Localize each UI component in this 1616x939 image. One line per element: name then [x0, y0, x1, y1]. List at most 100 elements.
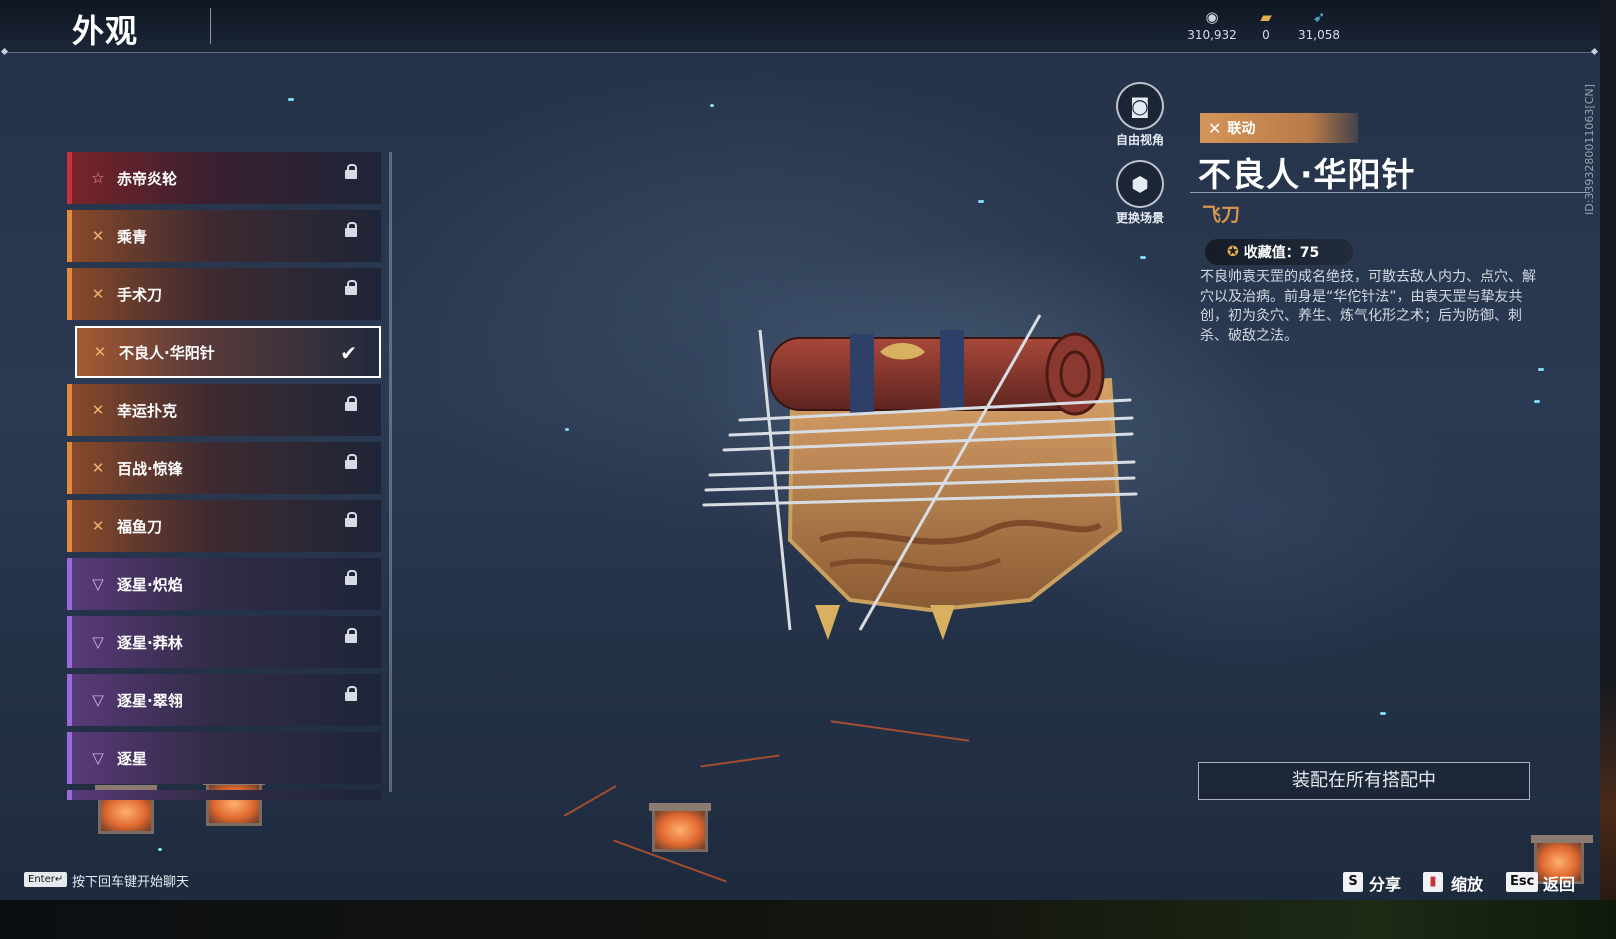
currency-value: 0 — [1262, 28, 1270, 42]
tag-label: 联动 — [1227, 121, 1256, 137]
lock-icon — [345, 570, 357, 585]
item-label: 逐星·莽林 — [117, 633, 183, 652]
checkmark-icon: ✔ — [340, 341, 357, 365]
collection-icon: ✪ — [1227, 244, 1239, 260]
spark-decoration — [158, 848, 162, 851]
crossed-blades-icon: ✕ — [93, 343, 107, 361]
collection-value-badge: ✪ 收藏值：75 — [1205, 239, 1353, 265]
ember-decoration — [563, 785, 617, 817]
spark-decoration — [1534, 400, 1540, 403]
lock-icon — [345, 686, 357, 701]
bottom-strip — [0, 900, 1616, 939]
rarity-bar — [67, 732, 72, 784]
spark-decoration — [1380, 712, 1386, 715]
list-item[interactable]: ☆ 赤帝炎轮 — [67, 152, 381, 204]
list-item-selected[interactable]: ✕ 不良人·华阳针 ✔ — [75, 326, 381, 378]
rarity-bar — [67, 384, 72, 436]
item-id: ID:3393280011063[CN] — [1583, 84, 1596, 215]
spark-decoration — [1538, 368, 1544, 371]
item-label: 逐星·炽焰 — [117, 575, 183, 594]
page-title: 外观 — [72, 12, 139, 50]
free-view-label: 自由视角 — [1115, 133, 1164, 147]
collab-tag: ✕ 联动 — [1200, 113, 1358, 143]
mouse-icon: ▮ — [1423, 872, 1443, 892]
back-button[interactable]: 返回 — [1543, 871, 1575, 895]
crossed-blades-icon: ✕ — [91, 285, 105, 303]
lock-icon — [345, 164, 357, 179]
zoom-button[interactable]: 缩放 — [1451, 871, 1483, 895]
crossed-blades-icon: ✕ — [91, 517, 105, 535]
equip-all-button[interactable]: 装配在所有搭配中 — [1198, 762, 1530, 800]
rarity-bar — [67, 210, 72, 262]
lock-icon — [345, 454, 357, 469]
item-description: 不良帅袁天罡的成名绝技，可散去敌人内力、点穴、解穴以及治病。前身是“华佗针法”，… — [1200, 269, 1536, 344]
item-type: 飞刀 — [1202, 204, 1241, 226]
item-label: 福鱼刀 — [117, 517, 163, 536]
item-preview-model[interactable] — [700, 310, 1180, 670]
list-item[interactable]: ▽ 逐星·翠翎 — [67, 674, 381, 726]
item-label: 百战·惊锋 — [117, 459, 183, 478]
lantern-decoration — [649, 803, 711, 852]
item-label: 不良人·华阳针 — [119, 343, 215, 362]
list-item[interactable]: ▽ 逐星·炽焰 — [67, 558, 381, 610]
esc-key: Esc — [1506, 872, 1539, 892]
ember-decoration — [700, 754, 780, 768]
rarity-bar — [67, 442, 72, 494]
spark-decoration — [288, 98, 294, 101]
rarity-bar — [67, 152, 72, 204]
item-label: 逐星·翠翎 — [117, 691, 183, 710]
crossed-blades-icon: ✕ — [91, 227, 105, 245]
list-item[interactable]: ✕ 乘青 — [67, 210, 381, 262]
list-item[interactable] — [67, 790, 381, 800]
lock-icon — [345, 222, 357, 237]
share-button[interactable]: 分享 — [1369, 871, 1401, 895]
list-item[interactable]: ▽ 逐星 — [67, 732, 381, 784]
currency-coins: ◉ 310,932 — [1182, 8, 1242, 42]
rarity-bar — [67, 558, 72, 610]
crossed-blades-icon: ✕ — [1208, 118, 1222, 138]
list-item[interactable]: ✕ 百战·惊锋 — [67, 442, 381, 494]
crossed-blades-icon: ✕ — [91, 459, 105, 477]
item-label: 手术刀 — [117, 285, 163, 304]
cube-icon: ⬢ — [1131, 172, 1149, 196]
rarity-bar — [67, 616, 72, 668]
feather-icon: ➶ — [1312, 8, 1326, 26]
right-edge — [1600, 0, 1616, 900]
currency-tickets: ▰ 0 — [1236, 8, 1296, 42]
trident-icon: ▽ — [92, 633, 104, 651]
free-view-button[interactable]: ◙ — [1116, 82, 1164, 130]
trident-icon: ▽ — [92, 749, 104, 767]
spark-decoration — [1140, 256, 1146, 259]
appearance-list[interactable]: ☆ 赤帝炎轮 ✕ 乘青 ✕ 手术刀 ✕ 不良人·华阳针 ✔ ✕ 幸运扑克 ✕ 百… — [67, 152, 383, 800]
list-scrollbar[interactable] — [389, 152, 392, 792]
lock-icon — [345, 396, 357, 411]
ember-decoration — [830, 720, 970, 742]
crossed-blades-icon: ✕ — [91, 401, 105, 419]
coin-icon: ◉ — [1205, 8, 1219, 26]
list-item[interactable]: ▽ 逐星·莽林 — [67, 616, 381, 668]
chat-hint[interactable]: 按下回车键开始聊天 — [72, 871, 189, 890]
spark-decoration — [710, 104, 714, 107]
currency-value: 31,058 — [1298, 28, 1340, 42]
collection-value: 收藏值：75 — [1243, 245, 1320, 261]
list-item[interactable]: ✕ 手术刀 — [67, 268, 381, 320]
list-item[interactable]: ✕ 福鱼刀 — [67, 500, 381, 552]
enter-key-hint: Enter↵ — [24, 872, 68, 887]
list-item[interactable]: ✕ 幸运扑克 — [67, 384, 381, 436]
title-underline — [1190, 192, 1590, 193]
top-divider — [4, 52, 1596, 53]
spark-decoration — [978, 200, 984, 203]
currency-value: 310,932 — [1187, 28, 1237, 42]
item-label: 幸运扑克 — [117, 401, 178, 420]
change-scene-button[interactable]: ⬢ — [1116, 160, 1164, 208]
rarity-bar — [67, 790, 72, 800]
rarity-bar — [67, 268, 72, 320]
item-title: 不良人·华阳针 — [1198, 155, 1416, 194]
item-label: 赤帝炎轮 — [117, 169, 178, 188]
lock-icon — [345, 280, 357, 295]
currency-feathers: ➶ 31,058 — [1289, 8, 1349, 42]
share-key: S — [1343, 872, 1363, 892]
lock-icon — [345, 512, 357, 527]
item-label: 逐星 — [117, 749, 148, 768]
change-scene-label: 更换场景 — [1115, 211, 1164, 225]
